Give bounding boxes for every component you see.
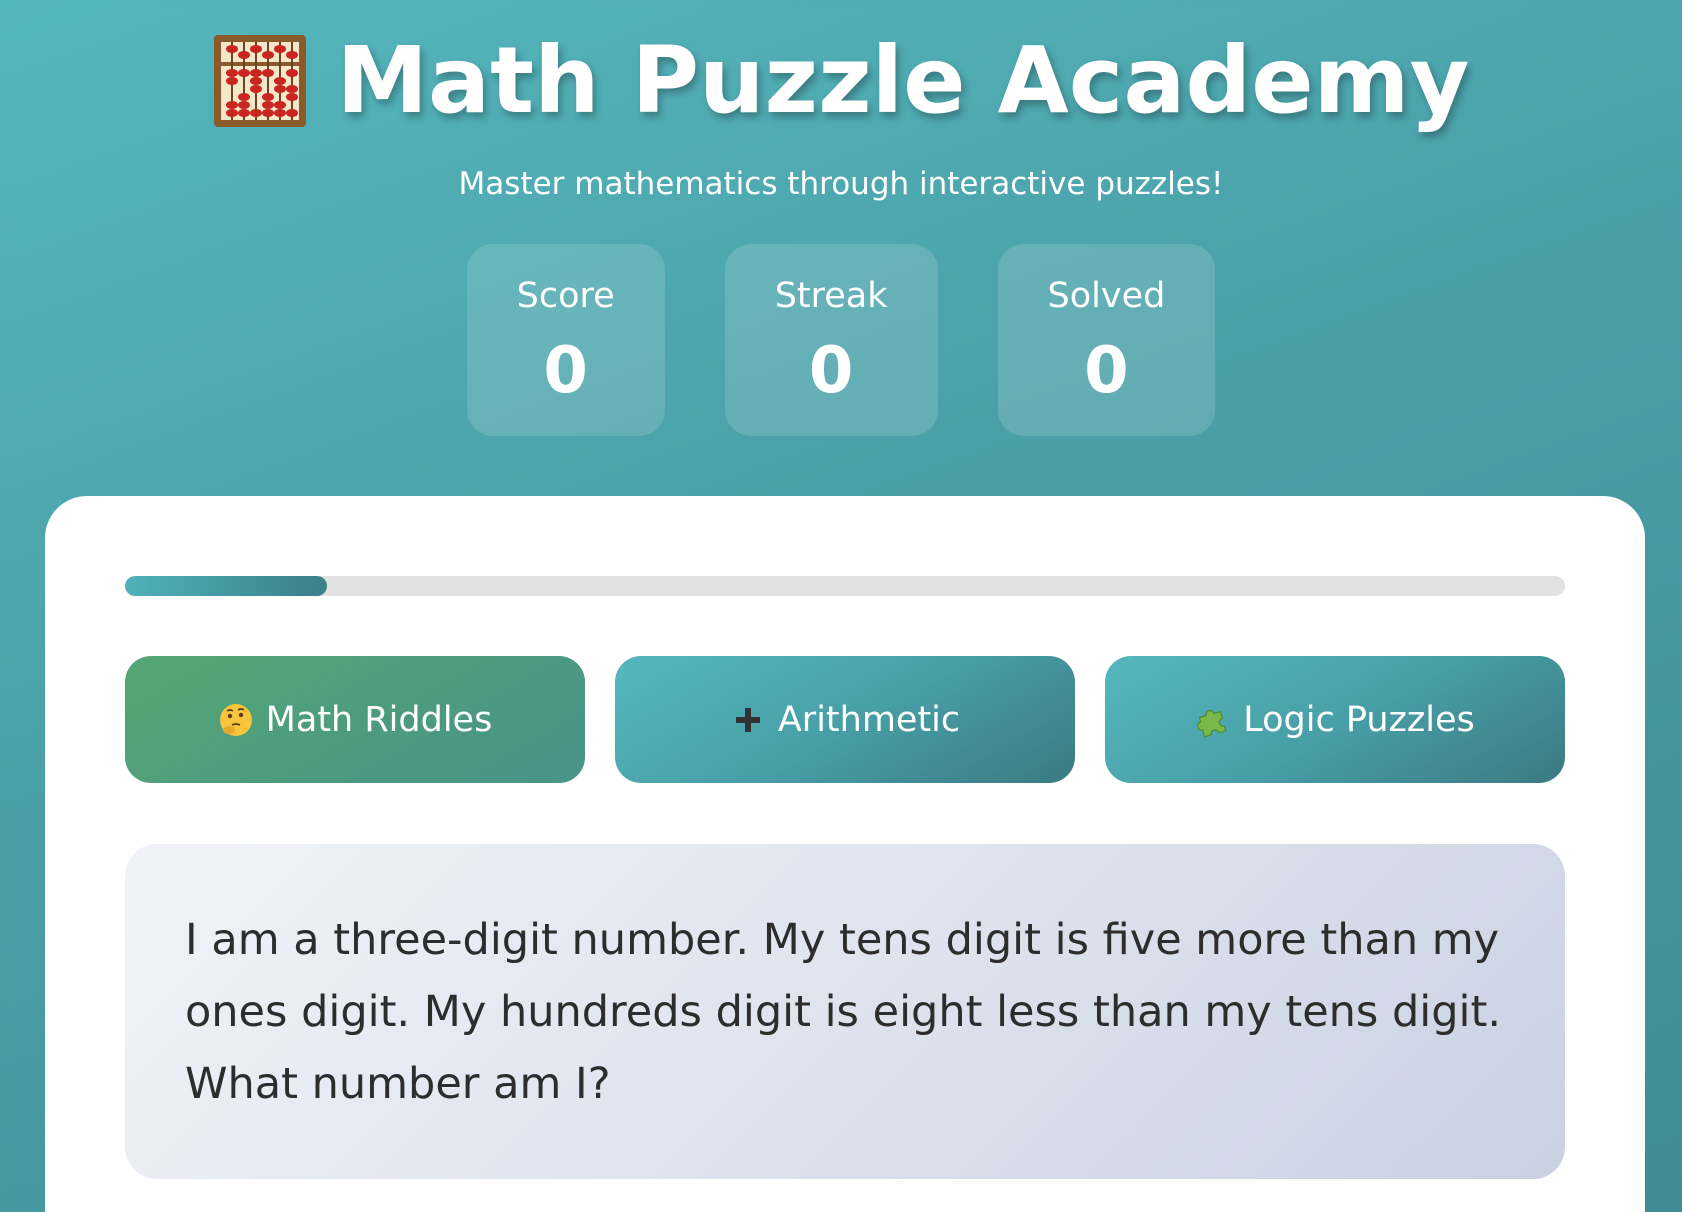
tab-logic-puzzles[interactable]: Logic Puzzles [1105, 656, 1565, 783]
plus-icon [735, 707, 760, 732]
stat-label-solved: Solved [1047, 276, 1166, 316]
stat-card-score: Score 0 [466, 244, 665, 436]
page-subtitle: Master mathematics through interactive p… [458, 166, 1224, 202]
stat-label-streak: Streak [774, 276, 888, 316]
tab-label-math-riddles: Math Riddles [265, 699, 493, 740]
category-tabs: Math Riddles Arithmetic Logic Puzzles [125, 656, 1565, 783]
stat-value-score: 0 [543, 334, 588, 408]
abacus-icon [214, 35, 307, 127]
puzzle-piece-icon [1197, 709, 1227, 737]
stat-card-solved: Solved 0 [997, 244, 1216, 436]
tab-arithmetic[interactable]: Arithmetic [615, 656, 1075, 783]
title-row: Math Puzzle Academy [0, 26, 1682, 136]
thinking-face-icon [219, 703, 252, 736]
progress-fill [125, 576, 327, 596]
tab-label-logic-puzzles: Logic Puzzles [1243, 699, 1475, 740]
stat-card-streak: Streak 0 [724, 244, 938, 436]
progress-bar [125, 576, 1565, 596]
page-title: Math Puzzle Academy [336, 27, 1470, 134]
stat-label-score: Score [516, 276, 615, 316]
tab-math-riddles[interactable]: Math Riddles [125, 656, 585, 783]
stats-bar: Score 0 Streak 0 Solved 0 [0, 244, 1682, 436]
stat-value-solved: 0 [1084, 334, 1129, 408]
stat-value-streak: 0 [808, 334, 854, 408]
tab-label-arithmetic: Arithmetic [777, 699, 961, 740]
puzzle-question-box: I am a three-digit number. My tens digit… [125, 844, 1565, 1179]
puzzle-question-text: I am a three-digit number. My tens digit… [185, 915, 1502, 1109]
main-card: Math Riddles Arithmetic Logic Puzzles I … [45, 496, 1645, 1212]
